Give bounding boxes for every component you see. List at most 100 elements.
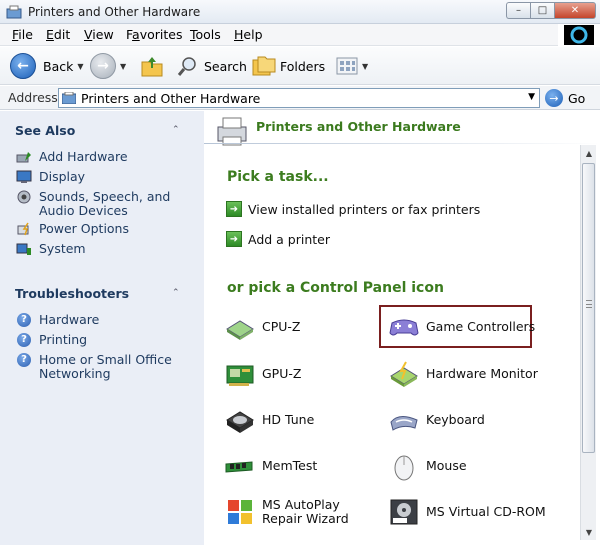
see-also-power-options[interactable]: Power Options: [16, 222, 196, 236]
back-button[interactable]: ← Back ▼: [10, 52, 84, 80]
autoplay-repair-icon: [224, 496, 256, 528]
folders-button[interactable]: Folders: [252, 52, 325, 80]
cpu-z-icon: [224, 311, 256, 343]
see-also-sounds[interactable]: Sounds, Speech, and Audio Devices: [16, 190, 196, 218]
address-value: Printers and Other Hardware: [81, 90, 261, 106]
content-area: Printers and Other Hardware Pick a task.…: [204, 111, 600, 545]
address-input[interactable]: Printers and Other Hardware ▼: [58, 88, 540, 108]
game-controller-icon: [388, 311, 420, 343]
cp-item-autoplay-repair[interactable]: MS AutoPlay Repair Wizard: [224, 496, 382, 528]
menu-help[interactable]: Help: [234, 27, 263, 42]
gpu-z-icon: [224, 358, 256, 390]
cp-item-label: MS AutoPlay Repair Wizard: [262, 497, 349, 526]
help-icon: ?: [17, 353, 31, 367]
maximize-button[interactable]: □: [530, 2, 554, 19]
troubleshooter-label: Printing: [39, 332, 88, 347]
see-also-display[interactable]: Display: [16, 170, 196, 184]
folders-icon: [252, 56, 276, 76]
scroll-down-icon[interactable]: ▼: [581, 524, 597, 540]
title-bar: Printers and Other Hardware – □ ✕: [0, 0, 600, 24]
up-folder-icon: [141, 57, 163, 77]
cp-item-gpu-z[interactable]: GPU-Z: [224, 358, 301, 390]
printer-folder-icon: [62, 92, 76, 104]
windows-logo-icon: [558, 24, 600, 46]
pick-task-heading: Pick a task...: [227, 169, 329, 185]
up-folder-button[interactable]: [140, 52, 164, 80]
task-arrow-icon: ➜: [226, 201, 242, 217]
back-arrow-icon: ←: [10, 53, 36, 79]
memtest-icon: [224, 450, 256, 482]
cp-item-label: Mouse: [426, 458, 467, 473]
cp-item-label: CPU-Z: [262, 319, 301, 334]
virtual-cdrom-icon: [388, 496, 420, 528]
see-also-item-label: Sounds, Speech, and Audio Devices: [39, 189, 171, 218]
forward-arrow-icon: →: [90, 53, 116, 79]
cp-item-label: MemTest: [262, 458, 318, 473]
forward-button[interactable]: → ▼: [90, 52, 126, 80]
views-button[interactable]: ▼: [336, 52, 368, 80]
menu-edit[interactable]: Edit: [46, 27, 70, 42]
go-arrow-icon: →: [545, 89, 563, 107]
address-bar: Address Printers and Other Hardware ▼ → …: [0, 86, 600, 110]
troubleshooter-label: Home or Small Office Networking: [39, 352, 172, 381]
minimize-button[interactable]: –: [506, 2, 530, 19]
help-icon: ?: [17, 313, 31, 327]
vertical-scrollbar[interactable]: ▲ ▼: [580, 145, 596, 540]
task-pane: See Also ⌃ Add Hardware Display Sounds, …: [0, 111, 204, 545]
see-also-item-label: System: [39, 241, 86, 256]
views-icon: [336, 57, 358, 75]
search-icon: [177, 57, 196, 76]
power-options-icon: [16, 222, 32, 236]
cp-item-keyboard[interactable]: Keyboard: [388, 404, 485, 436]
hardware-monitor-icon: [388, 358, 420, 390]
cp-item-cpu-z[interactable]: CPU-Z: [224, 311, 301, 343]
search-button[interactable]: Search: [177, 52, 247, 80]
task-view-printers[interactable]: ➜ View installed printers or fax printer…: [226, 201, 480, 217]
scroll-up-icon[interactable]: ▲: [581, 145, 597, 161]
chevron-down-icon[interactable]: ▼: [77, 62, 83, 71]
cp-item-memtest[interactable]: MemTest: [224, 450, 317, 482]
see-also-add-hardware[interactable]: Add Hardware: [16, 150, 196, 164]
page-title: Printers and Other Hardware: [256, 119, 461, 134]
cp-item-hardware-monitor[interactable]: Hardware Monitor: [388, 358, 538, 390]
task-add-printer[interactable]: ➜ Add a printer: [226, 231, 330, 247]
cp-item-hd-tune[interactable]: HD Tune: [224, 404, 314, 436]
chevron-down-icon[interactable]: ▼: [120, 62, 126, 71]
help-icon: ?: [17, 333, 31, 347]
folders-label: Folders: [280, 58, 326, 74]
display-icon: [16, 170, 32, 184]
cp-item-game-controllers[interactable]: Game Controllers: [388, 311, 535, 343]
cp-item-label: GPU-Z: [262, 366, 302, 381]
printer-folder-icon: [6, 5, 22, 19]
see-also-system[interactable]: System: [16, 242, 196, 256]
menu-bar: File Edit View Favorites Tools Help: [0, 24, 600, 46]
search-label: Search: [204, 58, 247, 74]
close-button[interactable]: ✕: [554, 2, 596, 19]
divider: [204, 143, 600, 144]
see-also-title: See Also: [15, 123, 76, 138]
hd-tune-icon: [224, 404, 256, 436]
go-button[interactable]: → Go: [545, 89, 585, 107]
chevron-down-icon[interactable]: ▼: [528, 92, 535, 102]
scroll-thumb[interactable]: [582, 163, 595, 453]
cp-item-virtual-cdrom[interactable]: MS Virtual CD-ROM: [388, 496, 546, 528]
task-label: View installed printers or fax printers: [248, 201, 481, 217]
collapse-icon[interactable]: ⌃: [172, 125, 180, 135]
troubleshooters-title: Troubleshooters: [15, 286, 130, 301]
window-title: Printers and Other Hardware: [28, 5, 201, 19]
toolbar: ← Back ▼ → ▼ Search Folders ▼: [0, 47, 600, 85]
menu-tools[interactable]: Tools: [190, 27, 221, 42]
pick-icon-heading: or pick a Control Panel icon: [227, 280, 444, 296]
menu-favorites[interactable]: Favorites: [126, 27, 182, 42]
troubleshooter-hardware[interactable]: ? Hardware: [16, 313, 196, 327]
cp-item-mouse[interactable]: Mouse: [388, 450, 467, 482]
menu-file[interactable]: File: [12, 27, 33, 42]
collapse-icon[interactable]: ⌃: [172, 288, 180, 298]
cp-item-label: HD Tune: [262, 412, 315, 427]
troubleshooter-printing[interactable]: ? Printing: [16, 333, 196, 347]
menu-view[interactable]: View: [84, 27, 114, 42]
sounds-icon: [16, 190, 32, 204]
go-label: Go: [568, 90, 586, 106]
troubleshooter-networking[interactable]: ? Home or Small Office Networking: [16, 353, 196, 381]
add-hardware-icon: [16, 150, 32, 164]
